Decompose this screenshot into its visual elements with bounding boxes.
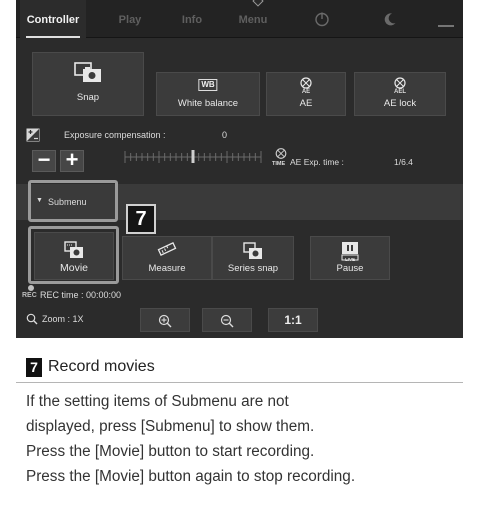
exposure-slider-thumb[interactable] [191,150,195,163]
ae-icon-text: AE [301,89,311,95]
section-body: If the setting items of Submenu are not … [26,389,463,489]
tab-menu[interactable]: Menu [222,0,284,38]
white-balance-icon: WB [198,79,218,91]
series-snap-label: Series snap [227,263,279,274]
exposure-slider[interactable] [124,148,262,164]
ae-label: AE [299,98,313,109]
power-button[interactable] [292,0,352,38]
manual-text: 7 Record movies If the setting items of S… [16,338,463,510]
plus-label: + [65,147,79,172]
measure-button[interactable]: Measure [122,236,212,280]
section-title-text: Record movies [48,358,155,375]
ae-time-icon-text: TIME [272,161,286,167]
minimize-button[interactable] [428,0,463,38]
tab-play[interactable]: Play [102,0,158,38]
body-line: Press the [Movie] button again to stop r… [26,468,356,485]
zoom-in-icon [158,314,172,328]
series-snap-button[interactable]: Series snap [212,236,294,280]
pause-button[interactable]: LIVE Pause [310,236,390,280]
night-mode-button[interactable] [360,0,420,38]
exposure-plus-button[interactable]: + [60,147,84,172]
section-number-badge: 7 [26,358,42,377]
exposure-compensation-value: 0 [222,130,228,140]
section-divider [16,382,463,383]
measure-label: Measure [148,263,186,274]
exposure-minus-button[interactable]: − [32,147,56,172]
ae-lock-icon-text: AEL [394,89,406,95]
snap-label: Snap [76,92,100,103]
snap-button[interactable]: Snap [32,52,144,116]
rec-time-label: REC time : 00:00:00 [40,290,122,300]
body-line: displayed, press [Submenu] to show them. [26,418,315,435]
tab-menu-label: Menu [238,14,268,26]
zoom-label: Zoom : 1X [42,314,84,324]
zoom-out-button[interactable] [202,308,252,332]
minimize-icon [437,25,454,27]
snap-icon [74,62,101,82]
ae-time-icon [275,148,287,159]
pause-label: Pause [336,263,364,274]
rec-dot-icon [28,285,34,291]
controller-window: Controller Play Info Menu Snap WB White … [16,0,463,338]
zoom-search-icon [26,313,38,325]
measure-icon [157,242,177,256]
callout-number-badge: 7 [126,204,156,234]
exposure-compensation-icon [26,128,40,142]
section-title: 7 Record movies [26,358,155,377]
minus-label: − [37,147,51,172]
tab-info-label: Info [181,14,203,26]
tab-info[interactable]: Info [164,0,220,38]
ae-lock-button[interactable]: AEL AE lock [354,72,446,116]
ae-exp-time-value: 1/6.4 [394,157,413,167]
ae-exp-time-label: AE Exp. time : [290,157,344,167]
ae-lock-label: AE lock [383,98,417,109]
power-icon [315,12,329,27]
ae-button[interactable]: AE AE [266,72,346,116]
rec-icon-text: REC [22,292,37,299]
exposure-compensation-label: Exposure compensation : [64,130,166,140]
tab-controller[interactable]: Controller [20,0,86,38]
tab-play-label: Play [118,14,142,26]
zoom-1-to-1-button[interactable]: 1:1 [268,308,318,332]
zoom-out-icon [220,314,234,328]
series-snap-icon [243,242,262,259]
submenu-button[interactable] [28,180,118,222]
live-icon-text: LIVE [344,257,355,262]
movie-callout-frame [28,226,119,284]
tab-controller-label: Controller [26,14,80,26]
moon-icon [384,13,396,26]
tab-bar: Controller Play Info Menu [16,0,463,38]
white-balance-button[interactable]: WB White balance [156,72,260,116]
zoom-in-button[interactable] [140,308,190,332]
zoom-1-to-1-label: 1:1 [284,313,302,327]
white-balance-label: White balance [177,98,239,109]
wb-badge: WB [198,79,218,91]
body-line: If the setting items of Submenu are not [26,393,289,410]
body-line: Press the [Movie] button to start record… [26,443,315,460]
